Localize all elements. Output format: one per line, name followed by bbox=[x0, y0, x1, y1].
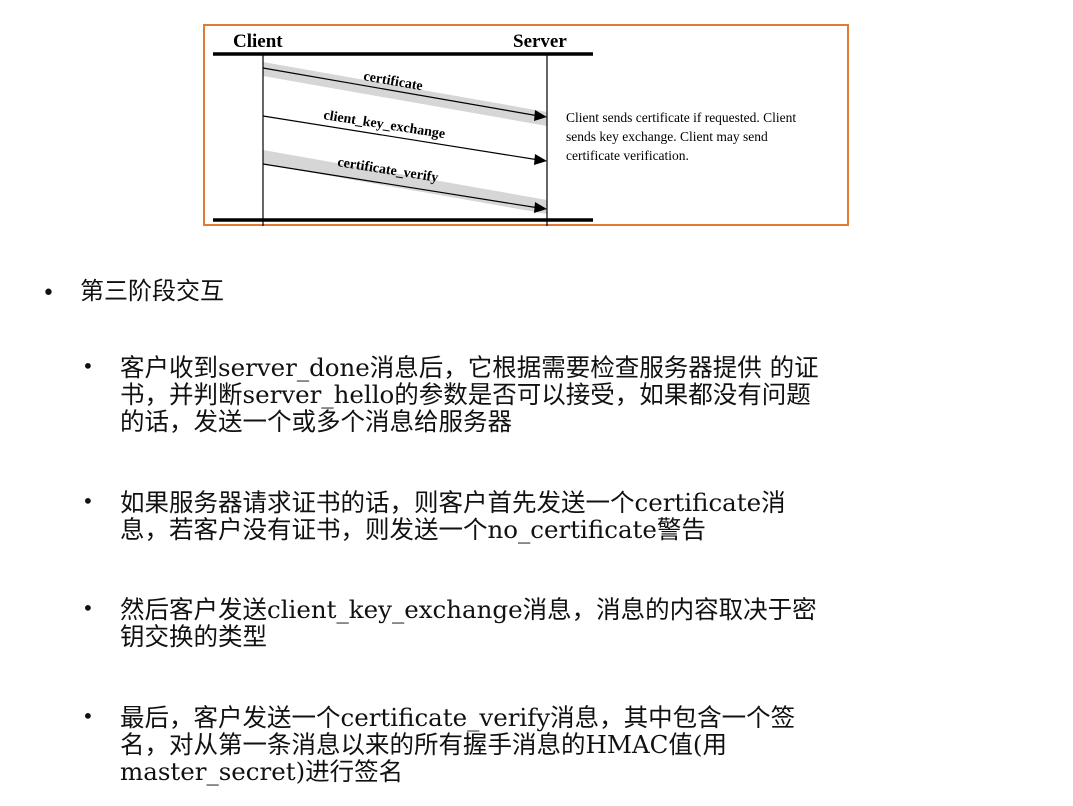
item-2-bullet: • bbox=[82, 489, 94, 513]
item-2-text: 如果服务器请求证书的话，则客户首先发送一个certificate消 息，若客户没… bbox=[120, 489, 1000, 543]
handshake-diagram: Client Server certificate client_key_exc… bbox=[203, 24, 849, 226]
diagram-note-line-2: sends key exchange. Client may send bbox=[566, 129, 768, 144]
section-heading: 第三阶段交互 bbox=[80, 277, 224, 305]
item-3-line-1: 然后客户发送client_key_exchange消息，消息的内容取决于密 bbox=[120, 595, 817, 624]
item-4-line-3: master_secret)进行签名 bbox=[120, 757, 404, 786]
item-3-line-2: 钥交换的类型 bbox=[120, 622, 267, 651]
client-label: Client bbox=[233, 31, 283, 52]
heading-bullet: • bbox=[42, 281, 55, 306]
item-3-text: 然后客户发送client_key_exchange消息，消息的内容取决于密 钥交… bbox=[120, 596, 1000, 650]
item-2-line-1: 如果服务器请求证书的话，则客户首先发送一个certificate消 bbox=[120, 488, 786, 517]
item-4-line-2: 名，对从第一条消息以来的所有握手消息的HMAC值(用 bbox=[120, 730, 727, 759]
diagram-note-line-1: Client sends certificate if requested. C… bbox=[566, 110, 796, 125]
item-1-line-2: 书，并判断server_hello的参数是否可以接受，如果都没有问题 bbox=[120, 380, 811, 409]
item-4-text: 最后，客户发送一个certificate_verify消息，其中包含一个签 名，… bbox=[120, 704, 1000, 785]
item-2-line-2: 息，若客户没有证书，则发送一个no_certificate警告 bbox=[120, 515, 706, 544]
item-1-text: 客户收到server_done消息后，它根据需要检查服务器提供 的证 书，并判断… bbox=[120, 354, 1000, 435]
item-1-bullet: • bbox=[82, 354, 94, 378]
item-3-bullet: • bbox=[82, 596, 94, 620]
item-4-line-1: 最后，客户发送一个certificate_verify消息，其中包含一个签 bbox=[120, 703, 796, 732]
item-1-line-1: 客户收到server_done消息后，它根据需要检查服务器提供 的证 bbox=[120, 353, 819, 382]
item-4-bullet: • bbox=[82, 704, 94, 728]
diagram-note-line-3: certificate verification. bbox=[566, 148, 689, 163]
server-label: Server bbox=[513, 31, 567, 52]
handshake-diagram-svg: Client Server certificate client_key_exc… bbox=[213, 31, 796, 226]
item-1-line-3: 的话，发送一个或多个消息给服务器 bbox=[120, 407, 512, 436]
